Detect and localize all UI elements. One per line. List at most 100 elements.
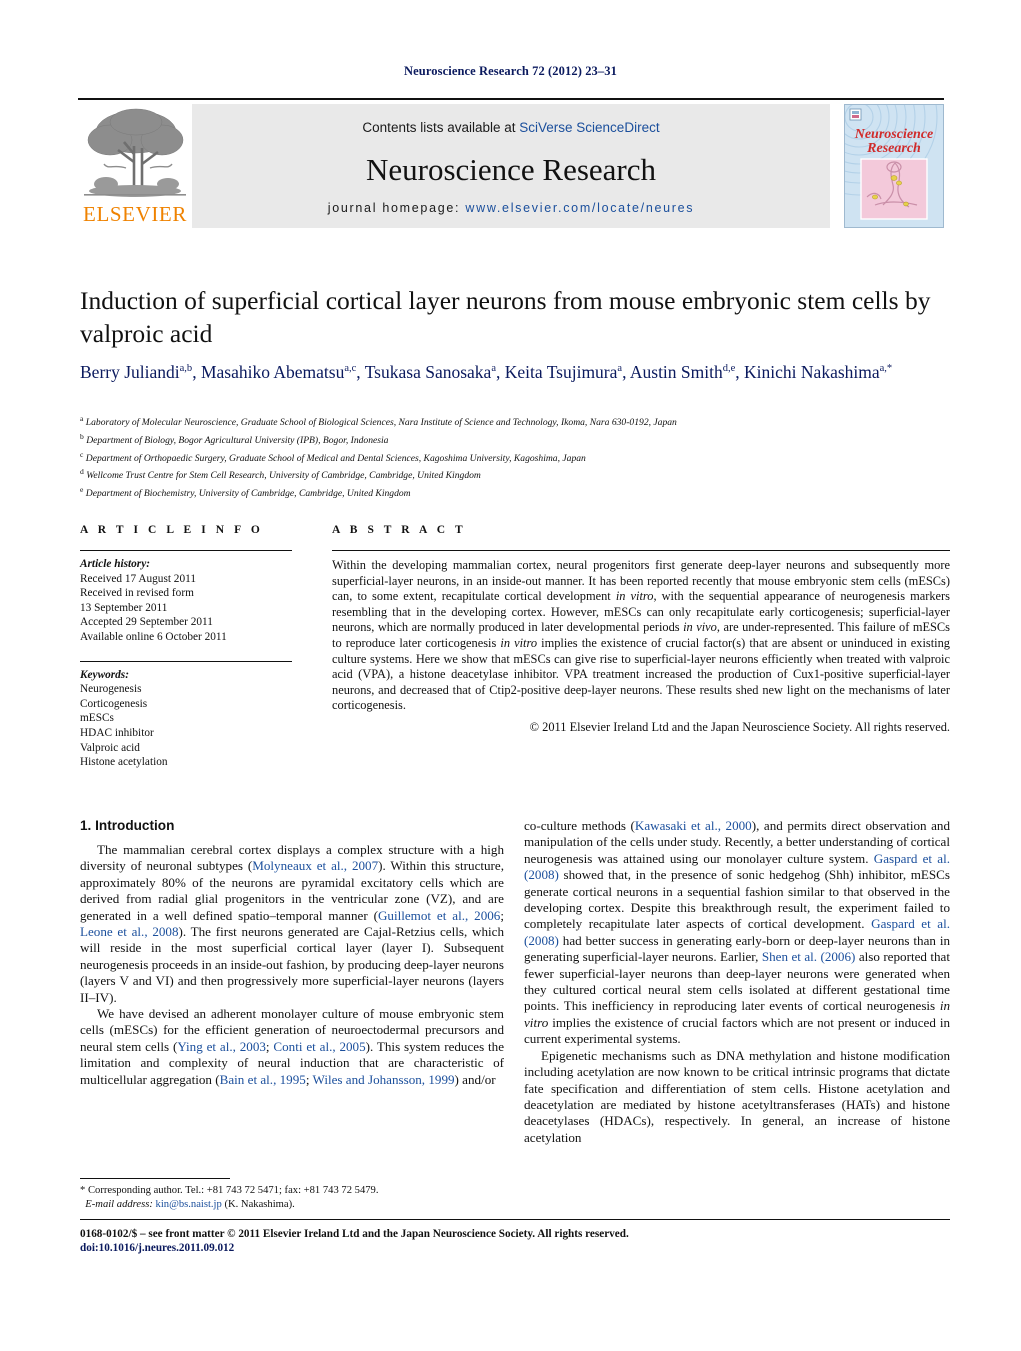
page-footer: 0168-0102/$ – see front matter © 2011 El… — [80, 1227, 950, 1256]
article-info-column: A R T I C L E I N F O Article history: R… — [80, 524, 292, 770]
affiliation-a-mark: a — [80, 414, 84, 423]
intro-column-left: The mammalian cerebral cortex displays a… — [80, 842, 504, 1088]
running-head: Neuroscience Research 72 (2012) 23–31 — [404, 64, 617, 78]
affiliation-c-mark: c — [80, 449, 84, 459]
abstract-column: A B S T R A C T Within the developing ma… — [332, 524, 950, 735]
keyword-3: HDAC inhibitor — [80, 726, 154, 739]
affiliation-d-mark: d — [80, 467, 84, 477]
journal-cover-artwork: Neuroscience Research — [845, 105, 943, 227]
footer-issn-line: 0168-0102/$ – see front matter © 2011 El… — [80, 1228, 629, 1240]
affiliation-e-mark: e — [80, 485, 84, 495]
abstract-heading: A B S T R A C T — [332, 524, 467, 536]
author-3: Keita Tsujimuraa — [504, 361, 623, 382]
citation-gaspard-2008-b[interactable]: Gaspard et al. (2008) — [524, 916, 950, 947]
author-5-marks: a,* — [879, 363, 893, 374]
affiliation-b: b Department of Biology, Bogor Agricultu… — [80, 430, 950, 448]
article-info-rule — [80, 550, 292, 551]
abstract-copyright: © 2011 Elsevier Ireland Ltd and the Japa… — [529, 719, 950, 734]
footnote-email-label: E-mail address: — [85, 1199, 153, 1210]
sciencedirect-link[interactable]: SciVerse ScienceDirect — [519, 120, 659, 135]
intro-paragraph-2-continued: co-culture methods (Kawasaki et al., 200… — [524, 818, 951, 1047]
footnote-email-link[interactable]: kin@bs.naist.jp — [156, 1199, 222, 1210]
footnote-corresponding-text: Corresponding author. Tel.: +81 743 72 5… — [87, 1185, 379, 1196]
affiliation-c: c Department of Orthopaedic Surgery, Gra… — [80, 448, 950, 466]
citation-guillemot-2006[interactable]: Guillemot et al., 2006 — [378, 908, 500, 923]
corresponding-author-footnote: * Corresponding author. Tel.: +81 743 72… — [80, 1184, 504, 1212]
article-history-1: Received in revised form — [80, 587, 194, 600]
abstract-rule — [332, 550, 950, 551]
keywords-rule — [80, 660, 292, 662]
journal-masthead: ELSEVIER Contents lists available at Sci… — [78, 98, 944, 228]
journal-name: Neuroscience Research — [365, 152, 657, 187]
article-history-4: Available online 6 October 2011 — [80, 630, 227, 643]
author-5: Kinichi Nakashimaa,* — [744, 361, 893, 382]
affiliation-b-text: Department of Biology, Bogor Agricultura… — [86, 434, 389, 446]
article-history-0: Received 17 August 2011 — [80, 572, 196, 585]
article-title: Induction of superficial cortical layer … — [80, 286, 931, 348]
affiliation-c-text: Department of Orthopaedic Surgery, Gradu… — [85, 452, 586, 464]
keyword-4: Valproic acid — [80, 741, 140, 754]
footnote-star: * — [80, 1185, 86, 1196]
affiliation-d-text: Wellcome Trust Centre for Stem Cell Rese… — [86, 470, 481, 482]
author-2-marks: a — [491, 363, 496, 374]
keyword-2: mESCs — [80, 712, 114, 725]
elsevier-wordmark: ELSEVIER — [83, 202, 187, 226]
affiliation-d: d Wellcome Trust Centre for Stem Cell Re… — [80, 465, 950, 483]
homepage-url-link[interactable]: www.elsevier.com/locate/neures — [465, 201, 694, 215]
affiliation-list: a Laboratory of Molecular Neuroscience, … — [80, 412, 950, 501]
article-info-heading: A R T I C L E I N F O — [80, 524, 264, 536]
paper-page: Neuroscience Research 72 (2012) 23–31 EL… — [0, 0, 1021, 1351]
citation-kawasaki-2000[interactable]: Kawasaki et al., 2000 — [635, 818, 752, 833]
masthead-band: Contents lists available at SciVerse Sci… — [192, 104, 830, 228]
article-history-2: 13 September 2011 — [80, 601, 168, 614]
keyword-5: Histone acetylation — [80, 756, 168, 769]
affiliation-b-mark: b — [80, 431, 84, 441]
affiliation-a: a Laboratory of Molecular Neuroscience, … — [80, 412, 950, 430]
abstract-text: Within the developing mammalian cortex, … — [332, 558, 950, 713]
author-1-marks: a,c — [344, 363, 357, 374]
footer-divider — [80, 1219, 950, 1220]
contents-prefix: Contents lists available at — [362, 120, 520, 135]
citation-molyneaux-2007[interactable]: Molyneaux et al., 2007 — [252, 858, 378, 873]
author-list: Berry Juliandia,b, Masahiko Abematsua,c,… — [80, 361, 893, 382]
footnote-email-owner: (K. Nakashima). — [224, 1199, 295, 1210]
affiliation-e: e Department of Biochemistry, University… — [80, 483, 950, 501]
intro-paragraph-2: We have devised an adherent monolayer cu… — [80, 1006, 505, 1087]
journal-cover-thumbnail[interactable]: Neuroscience Research — [844, 104, 944, 228]
author-4: Austin Smithd,e — [629, 361, 736, 382]
author-0-marks: a,b — [179, 363, 193, 374]
svg-text:Neuroscience: Neuroscience — [854, 127, 934, 142]
author-3-marks: a — [617, 363, 623, 374]
keyword-1: Corticogenesis — [80, 697, 148, 710]
author-2: Tsukasa Sanosakaa — [364, 361, 496, 382]
article-history-3: Accepted 29 September 2011 — [80, 616, 213, 629]
contents-available-line: Contents lists available at SciVerse Sci… — [192, 120, 830, 135]
article-history-label: Article history: — [80, 558, 150, 570]
footer-doi[interactable]: doi:10.1016/j.neures.2011.09.012 — [80, 1241, 950, 1255]
svg-text:Research: Research — [866, 141, 921, 156]
keyword-0: Neurogenesis — [80, 683, 142, 696]
keywords-label: Keywords: — [80, 668, 129, 681]
footnote-divider — [80, 1178, 230, 1179]
journal-homepage-line: journal homepage: www.elsevier.com/locat… — [192, 201, 830, 215]
affiliation-e-text: Department of Biochemistry, University o… — [85, 488, 411, 500]
citation-bain-1995[interactable]: Bain et al., 1995 — [220, 1072, 306, 1087]
elsevier-tree-icon — [84, 108, 186, 197]
section-heading-introduction: 1. Introduction — [80, 818, 175, 833]
homepage-label: journal homepage: — [327, 201, 461, 215]
author-0: Berry Juliandia,b — [80, 361, 193, 382]
article-history: Article history: Received 17 August 2011… — [80, 557, 292, 645]
author-1: Masahiko Abematsua,c — [200, 361, 357, 382]
citation-wiles-johansson-1999[interactable]: Wiles and Johansson, 1999 — [313, 1072, 455, 1087]
citation-conti-2005[interactable]: Conti et al., 2005 — [273, 1039, 365, 1054]
citation-gaspard-2008-a[interactable]: Gaspard et al. (2008) — [524, 851, 950, 882]
intro-paragraph-1: The mammalian cerebral cortex displays a… — [80, 842, 505, 1005]
elsevier-logo: ELSEVIER — [78, 104, 192, 228]
author-4-marks: d,e — [722, 363, 736, 374]
affiliation-a-text: Laboratory of Molecular Neuroscience, Gr… — [85, 417, 677, 429]
keyword-list: Keywords: Neurogenesis Corticogenesis mE… — [80, 668, 292, 770]
intro-paragraph-3: Epigenetic mechanisms such as DNA methyl… — [524, 1047, 950, 1145]
citation-ying-2003[interactable]: Ying et al., 2003 — [177, 1039, 266, 1054]
citation-shen-2006[interactable]: Shen et al. (2006) — [762, 949, 856, 964]
citation-leone-2008[interactable]: Leone et al., 2008 — [80, 924, 179, 939]
